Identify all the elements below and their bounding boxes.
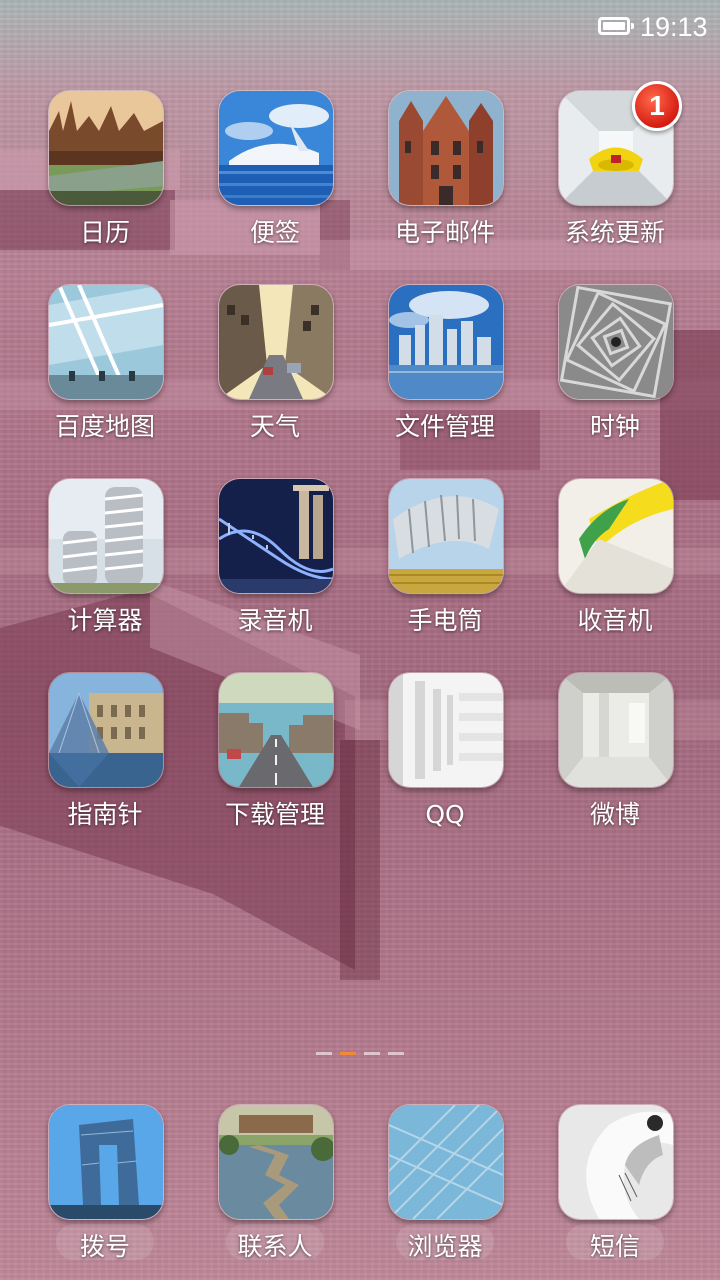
app-weibo[interactable]: 微博: [530, 672, 700, 852]
app-email[interactable]: 电子邮件: [360, 90, 530, 270]
app-label: 系统更新: [564, 218, 665, 247]
app-label: 下载管理: [224, 800, 325, 829]
app-notes[interactable]: 便签: [190, 90, 360, 270]
app-download-manager[interactable]: 下载管理: [190, 672, 360, 852]
page-indicator: [316, 1052, 406, 1056]
app-label: 天气: [249, 412, 300, 441]
app-label: 拨号: [79, 1232, 130, 1261]
app-label: 时钟: [589, 412, 640, 441]
app-calculator[interactable]: 计算器: [20, 478, 190, 658]
dock-app-dialer[interactable]: 拨号: [20, 1104, 190, 1280]
page-dot-active: [340, 1052, 356, 1055]
app-label: 便签: [249, 218, 300, 247]
skyline-reflection-photo-icon: [388, 284, 504, 400]
glass-facade-photo-icon: [388, 1104, 504, 1220]
white-sculpture-photo-icon: [558, 1104, 674, 1220]
page-dot: [388, 1052, 404, 1055]
dock-app-messages[interactable]: 短信: [530, 1104, 700, 1280]
notification-badge: 1: [632, 81, 682, 131]
status-time: 19:13: [640, 12, 708, 42]
garden-bridge-photo-icon: [218, 1104, 334, 1220]
home-screen: 19:13 日历 便签 电子邮件 系统更新 1 百度地图 天气 文件管理 时钟 …: [0, 0, 720, 1280]
app-label: 短信: [589, 1232, 640, 1261]
cctv-tower-photo-icon: [48, 1104, 164, 1220]
app-baidu-map[interactable]: 百度地图: [20, 284, 190, 464]
modern-architecture-water-photo-icon: [218, 90, 334, 206]
abstract-yellow-photo-icon: [558, 478, 674, 594]
app-label: 电子邮件: [394, 218, 495, 247]
app-label: 指南针: [67, 800, 143, 829]
app-label: 微博: [589, 800, 640, 829]
app-label: 计算器: [67, 606, 143, 635]
app-label: 手电筒: [407, 606, 483, 635]
app-flashlight[interactable]: 手电筒: [360, 478, 530, 658]
app-label: QQ: [425, 800, 465, 829]
app-calendar[interactable]: 日历: [20, 90, 190, 270]
curved-pavilion-photo-icon: [388, 478, 504, 594]
app-file-manager[interactable]: 文件管理: [360, 284, 530, 464]
road-perspective-photo-icon: [218, 672, 334, 788]
app-label: 收音机: [577, 606, 653, 635]
white-room-photo-icon: [558, 672, 674, 788]
app-compass[interactable]: 指南针: [20, 672, 190, 852]
spiral-structure-photo-icon: [558, 284, 674, 400]
app-label: 录音机: [237, 606, 313, 635]
city-street-photo-icon: [218, 284, 334, 400]
gothic-building-photo-icon: [388, 90, 504, 206]
app-label: 文件管理: [394, 412, 495, 441]
app-recorder[interactable]: 录音机: [190, 478, 360, 658]
app-qq[interactable]: QQ: [360, 672, 530, 852]
page-dot: [316, 1052, 332, 1055]
app-label: 联系人: [237, 1232, 313, 1261]
dock-app-contacts[interactable]: 联系人: [190, 1104, 360, 1280]
app-label: 浏览器: [407, 1232, 483, 1261]
app-clock[interactable]: 时钟: [530, 284, 700, 464]
glass-atrium-photo-icon: [48, 284, 164, 400]
twisted-towers-photo-icon: [48, 478, 164, 594]
battery-icon: [598, 17, 634, 35]
page-dot: [364, 1052, 380, 1055]
louvre-pyramid-photo-icon: [48, 672, 164, 788]
helix-bridge-photo-icon: [218, 478, 334, 594]
status-bar: 19:13: [0, 0, 720, 56]
app-radio[interactable]: 收音机: [530, 478, 700, 658]
app-weather[interactable]: 天气: [190, 284, 360, 464]
app-label: 日历: [79, 218, 130, 247]
app-label: 百度地图: [54, 412, 155, 441]
white-corridor-photo-icon: [388, 672, 504, 788]
london-parliament-photo-icon: [48, 90, 164, 206]
dock-app-browser[interactable]: 浏览器: [360, 1104, 530, 1280]
